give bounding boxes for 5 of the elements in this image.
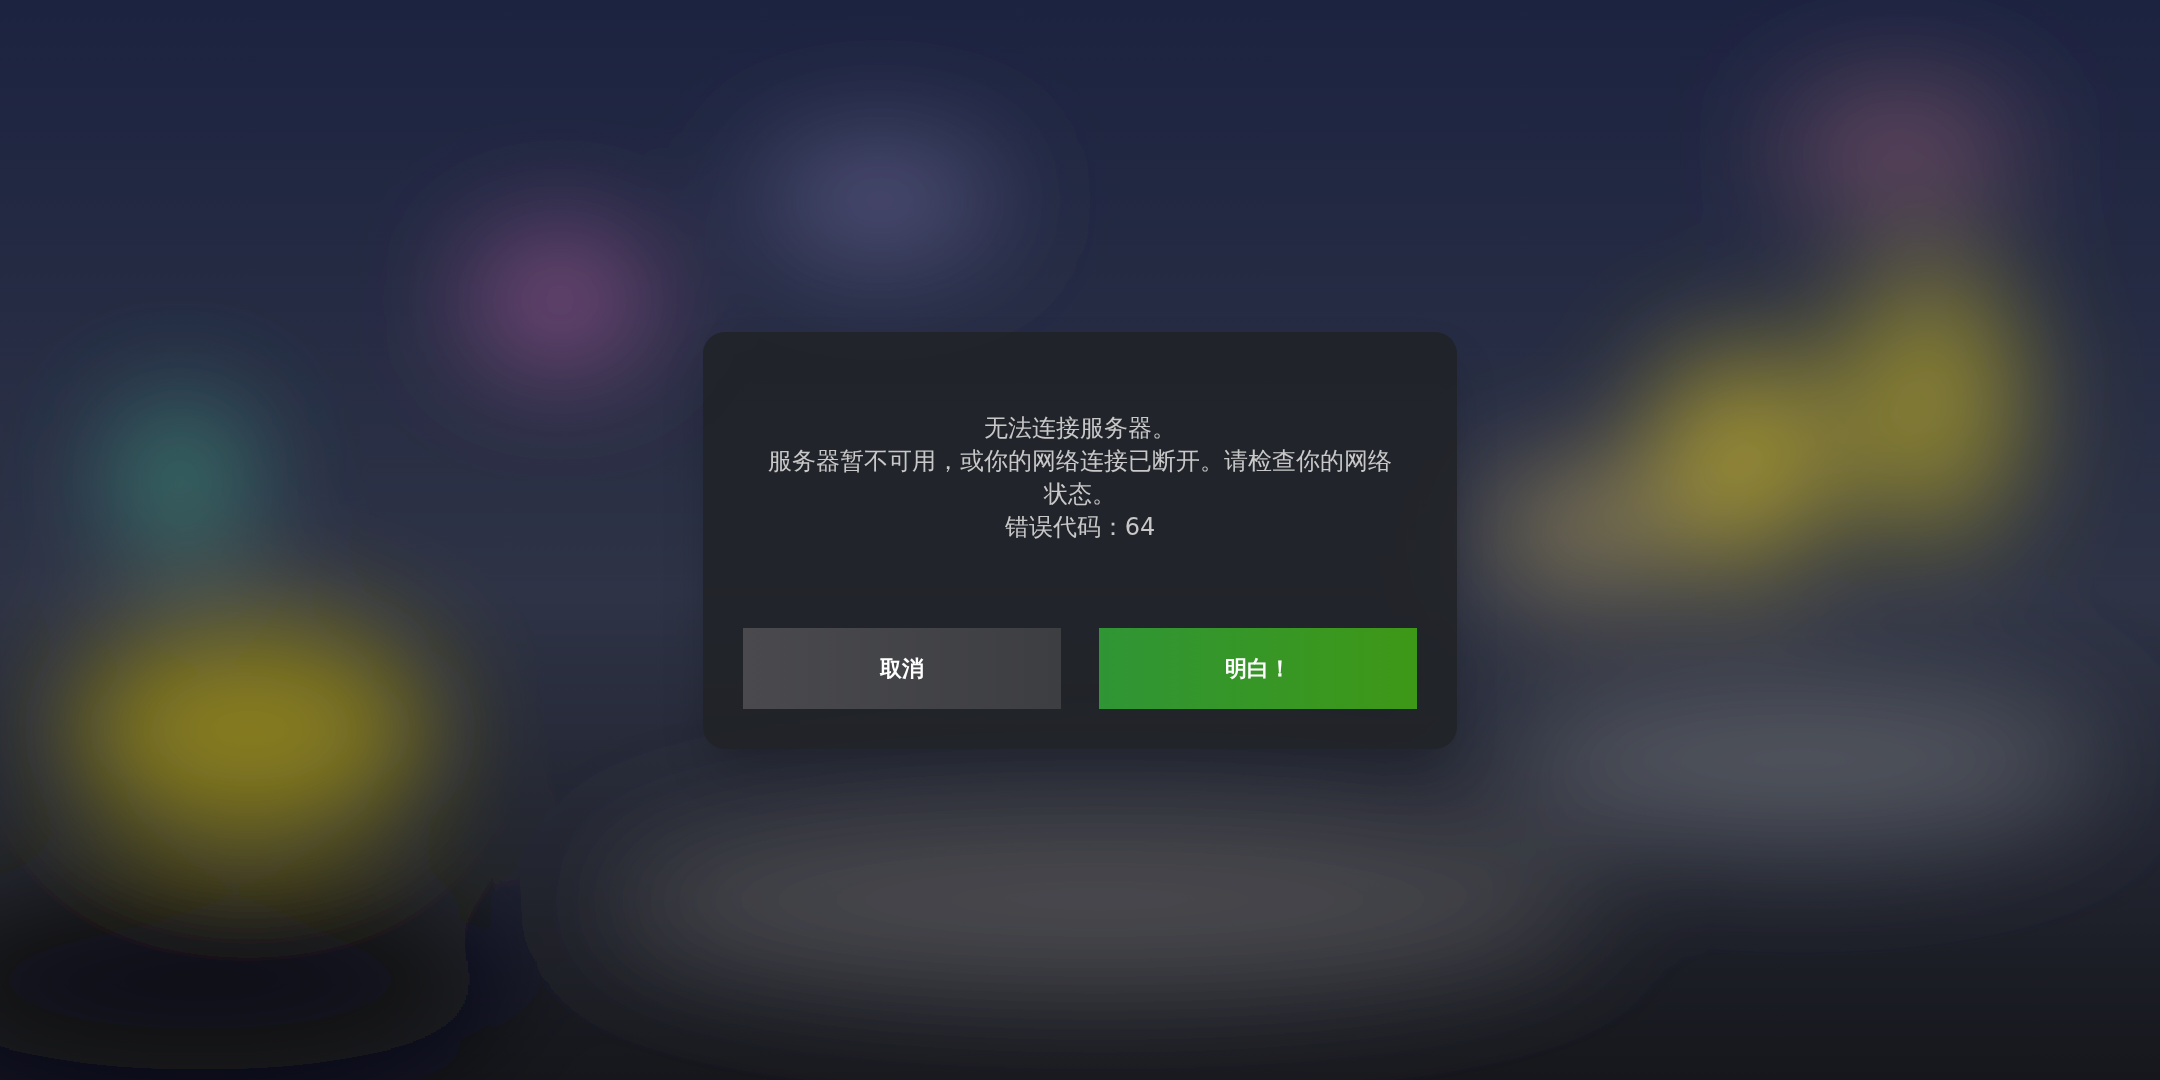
confirm-button[interactable]: 明白！ (1099, 627, 1417, 709)
cancel-button[interactable]: 取消 (743, 627, 1061, 709)
dialog-message: 服务器暂不可用，或你的网络连接已断开。请检查你的网络状态。 (767, 445, 1393, 510)
dialog-message: 无法连接服务器。 (984, 412, 1176, 444)
dialog-message: 错误代码：64 (1004, 511, 1156, 543)
